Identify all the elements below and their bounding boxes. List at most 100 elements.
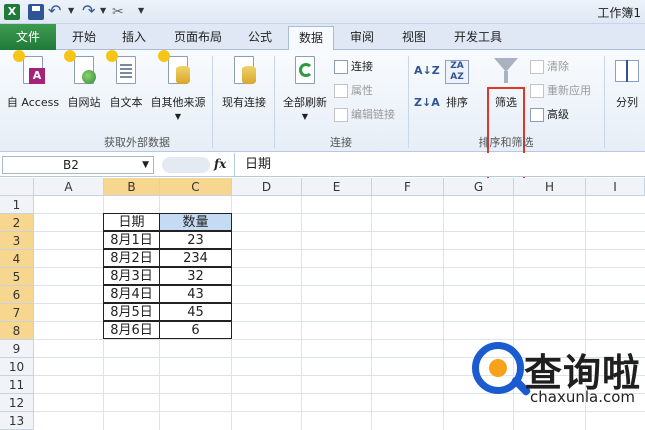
save-icon[interactable] <box>28 4 44 20</box>
row-header-4[interactable]: 4 <box>0 250 34 268</box>
from-access-label: 自 Access <box>6 96 60 109</box>
from-web-label: 自网站 <box>67 96 101 109</box>
tab-review[interactable]: 审阅 <box>340 26 384 50</box>
web-icon <box>64 50 98 88</box>
undo-icon[interactable]: ↶ <box>48 3 64 20</box>
tab-data[interactable]: 数据 <box>288 26 335 51</box>
column-header-d[interactable]: D <box>232 178 302 196</box>
row-header-10[interactable]: 10 <box>0 358 34 376</box>
properties-button[interactable]: 属性 <box>334 82 373 100</box>
table-header-quantity[interactable]: 数量 <box>159 213 232 231</box>
excel-app-icon[interactable]: X <box>4 4 20 20</box>
row-header-13[interactable]: 13 <box>0 412 34 430</box>
properties-icon <box>334 84 348 98</box>
redo-dropdown-icon[interactable]: ▼ <box>100 6 106 15</box>
from-web-button[interactable]: 自网站 <box>64 50 104 110</box>
advanced-filter-button[interactable]: 高级 <box>530 106 569 124</box>
advanced-filter-icon <box>530 108 544 122</box>
row-header-11[interactable]: 11 <box>0 376 34 394</box>
redo-icon[interactable]: ↷ <box>82 3 98 20</box>
table-cell-quantity[interactable]: 6 <box>159 321 232 339</box>
table-cell-quantity[interactable]: 23 <box>159 231 232 249</box>
refresh-all-label: 全部刷新 <box>283 96 327 109</box>
row-header-8[interactable]: 8 <box>0 322 34 340</box>
text-to-columns-icon <box>613 54 641 88</box>
ribbon: A 自 Access 自网站 自文本 自其他来源 ▼ 现有连接 获取外部数据 全… <box>0 50 645 180</box>
table-cell-date[interactable]: 8月6日 <box>103 321 160 339</box>
from-other-sources-button[interactable]: 自其他来源 ▼ <box>146 50 210 121</box>
tab-file[interactable]: 文件 <box>0 24 56 50</box>
row-header-3[interactable]: 3 <box>0 232 34 250</box>
existing-connections-button[interactable]: 现有连接 <box>218 54 270 110</box>
sort-button[interactable]: ZA AZ 排序 <box>440 54 474 110</box>
sort-label: 排序 <box>446 96 468 109</box>
from-text-button[interactable]: 自文本 <box>106 50 146 110</box>
clear-filter-button[interactable]: 清除 <box>530 58 569 76</box>
from-access-button[interactable]: A 自 Access <box>4 50 62 110</box>
column-header-a[interactable]: A <box>34 178 104 196</box>
table-cell-date[interactable]: 8月2日 <box>103 249 160 267</box>
reapply-label: 重新应用 <box>547 84 591 97</box>
column-header-f[interactable]: F <box>372 178 444 196</box>
sort-ascending-button[interactable]: A↓Z <box>414 62 440 80</box>
column-header-i[interactable]: I <box>586 178 645 196</box>
row-header-12[interactable]: 12 <box>0 394 34 412</box>
name-box[interactable]: B2 ▼ <box>2 156 154 174</box>
select-all-corner[interactable] <box>0 178 34 196</box>
column-header-h[interactable]: H <box>514 178 586 196</box>
connections-button[interactable]: 连接 <box>334 58 373 76</box>
tab-formulas[interactable]: 公式 <box>238 26 282 50</box>
tab-page-layout[interactable]: 页面布局 <box>164 26 232 50</box>
row-header-5[interactable]: 5 <box>0 268 34 286</box>
column-header-e[interactable]: E <box>302 178 372 196</box>
text-to-columns-button[interactable]: 分列 <box>610 54 644 110</box>
column-header-g[interactable]: G <box>444 178 514 196</box>
sort-descending-button[interactable]: Z↓A <box>414 94 440 112</box>
tab-home[interactable]: 开始 <box>62 26 106 50</box>
tab-view[interactable]: 视图 <box>392 26 436 50</box>
edit-links-icon <box>334 108 348 122</box>
row-header-9[interactable]: 9 <box>0 340 34 358</box>
connections-icon <box>334 60 348 74</box>
edit-links-label: 编辑链接 <box>351 108 395 121</box>
row-header-1[interactable]: 1 <box>0 196 34 214</box>
access-icon: A <box>13 50 47 88</box>
existing-connections-label: 现有连接 <box>222 96 266 109</box>
filter-funnel-icon <box>492 54 520 88</box>
insert-function-icon[interactable]: fx <box>214 157 226 171</box>
customize-tool-icon[interactable]: ✂ <box>112 4 128 20</box>
table-cell-quantity[interactable]: 43 <box>159 285 232 303</box>
other-sources-icon <box>158 50 192 88</box>
watermark-logo: 查询啦 chaxunla.com <box>468 340 645 430</box>
divider <box>604 56 605 148</box>
gridline <box>371 196 372 430</box>
row-header-2[interactable]: 2 <box>0 214 34 232</box>
tab-developer[interactable]: 开发工具 <box>444 26 512 50</box>
sort-icon: ZA AZ <box>443 54 471 88</box>
edit-links-button[interactable]: 编辑链接 <box>334 106 395 124</box>
table-cell-date[interactable]: 8月5日 <box>103 303 160 321</box>
name-box-dropdown-icon[interactable]: ▼ <box>142 157 149 173</box>
row-header-7[interactable]: 7 <box>0 304 34 322</box>
column-header-b[interactable]: B <box>104 178 160 196</box>
from-text-label: 自文本 <box>109 96 143 109</box>
properties-label: 属性 <box>351 84 373 97</box>
table-cell-date[interactable]: 8月1日 <box>103 231 160 249</box>
formula-input[interactable]: 日期 <box>234 153 645 177</box>
reapply-button[interactable]: 重新应用 <box>530 82 591 100</box>
formula-bar: B2 ▼ fx 日期 <box>0 153 645 177</box>
tab-insert[interactable]: 插入 <box>112 26 156 50</box>
column-header-c[interactable]: C <box>160 178 232 196</box>
connections-label: 连接 <box>351 60 373 73</box>
table-cell-quantity[interactable]: 32 <box>159 267 232 285</box>
table-cell-quantity[interactable]: 234 <box>159 249 232 267</box>
customize-qat-icon[interactable]: ▼ <box>138 6 144 15</box>
refresh-all-button[interactable]: 全部刷新 ▼ <box>280 54 330 121</box>
table-cell-quantity[interactable]: 45 <box>159 303 232 321</box>
row-header-6[interactable]: 6 <box>0 286 34 304</box>
clear-filter-label: 清除 <box>547 60 569 73</box>
table-cell-date[interactable]: 8月4日 <box>103 285 160 303</box>
table-cell-date[interactable]: 8月3日 <box>103 267 160 285</box>
undo-dropdown-icon[interactable]: ▼ <box>68 6 74 15</box>
table-header-date[interactable]: 日期 <box>103 213 160 231</box>
